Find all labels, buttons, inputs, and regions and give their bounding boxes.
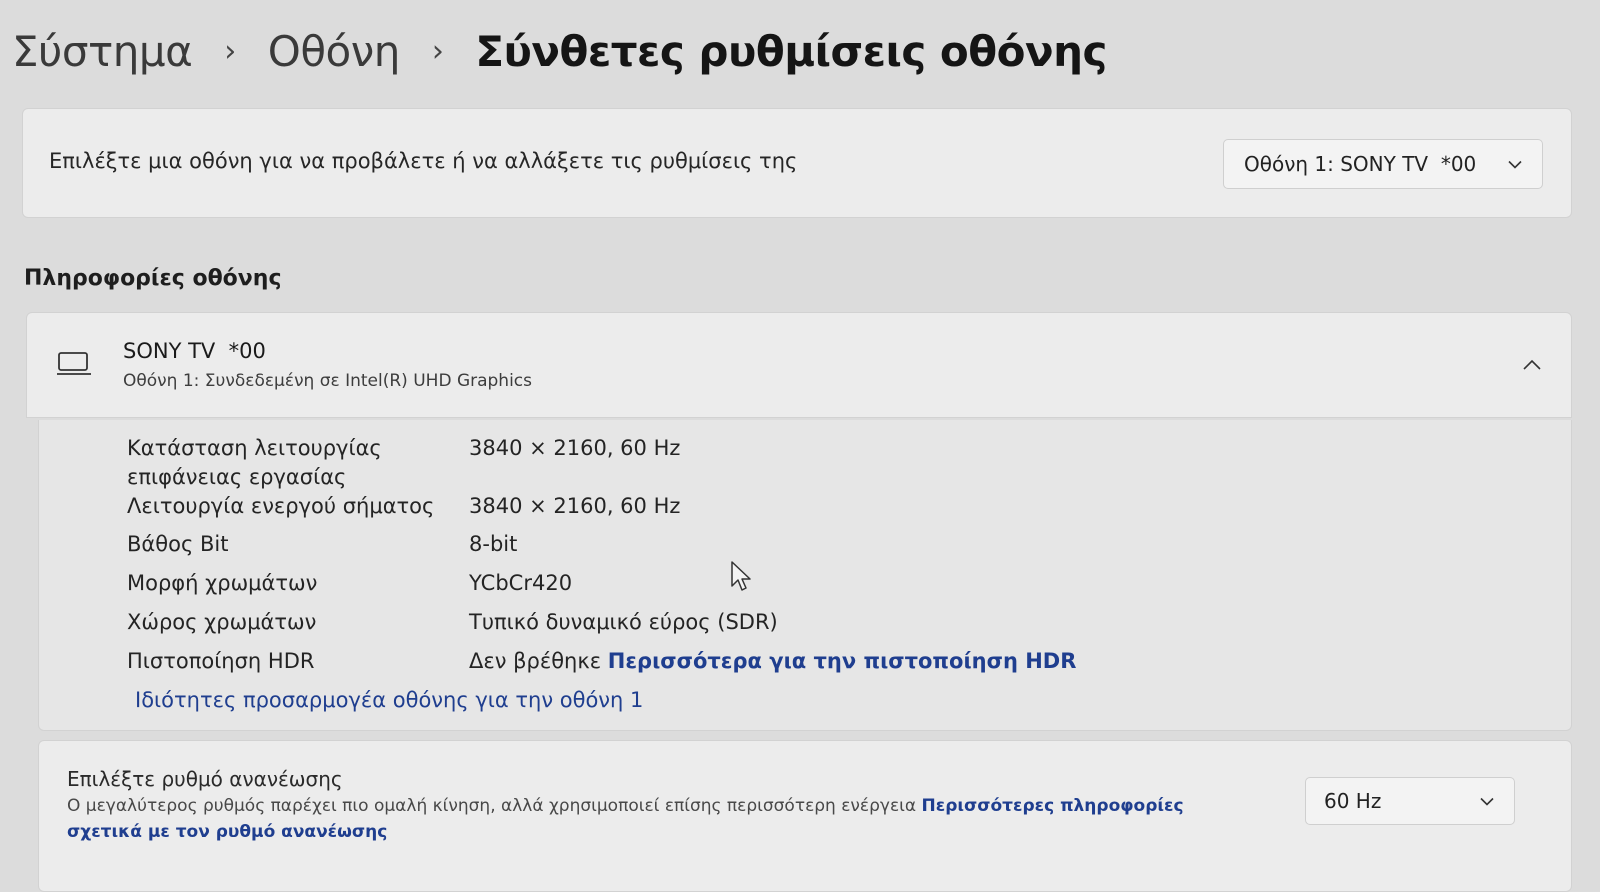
- refresh-rate-card: Επιλέξτε ρυθμό ανανέωσης Ο μεγαλύτερος ρ…: [38, 740, 1572, 892]
- refresh-rate-desc-text: Ο μεγαλύτερος ρυθμός παρέχει πιο ομαλή κ…: [67, 796, 917, 816]
- breadcrumb: Σύστημα › Οθόνη › Σύνθετες ρυθμίσεις οθό…: [12, 18, 1107, 84]
- hdr-certification-link[interactable]: Περισσότερα για την πιστοποίηση HDR: [608, 649, 1077, 673]
- adapter-properties-link[interactable]: Ιδιότητες προσαρμογέα οθόνης για την οθό…: [135, 688, 643, 712]
- monitor-icon: [57, 349, 91, 379]
- breadcrumb-separator-icon: ›: [224, 33, 236, 69]
- display-select-value: Οθόνη 1: SONY TV *00: [1244, 152, 1477, 176]
- monitor-name: SONY TV *00: [123, 339, 266, 363]
- refresh-rate-description: Ο μεγαλύτερος ρυθμός παρέχει πιο ομαλή κ…: [67, 793, 1247, 845]
- chevron-down-icon: [1480, 792, 1494, 811]
- info-value: 8-bit: [469, 532, 518, 556]
- section-title-display-info: Πληροφορίες οθόνης: [24, 266, 282, 291]
- info-key: Μορφή χρωμάτων: [127, 571, 318, 595]
- info-value: 3840 × 2160, 60 Hz: [469, 436, 681, 460]
- info-value: Δεν βρέθηκε Περισσότερα για την πιστοποί…: [469, 647, 1076, 676]
- mouse-cursor-icon: [730, 560, 752, 594]
- info-key: Λειτουργία ενεργού σήματος: [127, 494, 435, 518]
- monitor-subtitle: Οθόνη 1: Συνδεδεμένη σε Intel(R) UHD Gra…: [123, 371, 533, 391]
- hdr-status: Δεν βρέθηκε: [469, 649, 602, 673]
- breadcrumb-item-system[interactable]: Σύστημα: [12, 27, 193, 76]
- refresh-rate-dropdown[interactable]: 60 Hz: [1305, 777, 1515, 825]
- page-title: Σύνθετες ρυθμίσεις οθόνης: [475, 26, 1107, 76]
- display-info-header[interactable]: SONY TV *00 Οθόνη 1: Συνδεδεμένη σε Inte…: [26, 312, 1572, 418]
- chevron-down-icon: [1508, 155, 1522, 174]
- breadcrumb-item-display[interactable]: Οθόνη: [268, 27, 401, 76]
- info-key: Κατάσταση λειτουργίας επιφάνειας εργασία…: [127, 436, 382, 489]
- info-key: Χώρος χρωμάτων: [127, 610, 317, 634]
- refresh-rate-value: 60 Hz: [1324, 789, 1382, 813]
- chevron-up-icon[interactable]: [1523, 351, 1541, 375]
- display-select-label: Επιλέξτε μια οθόνη για να προβάλετε ή να…: [49, 149, 798, 173]
- info-key: Πιστοποίηση HDR: [127, 649, 315, 673]
- display-info-details: Κατάσταση λειτουργίας επιφάνειας εργασία…: [38, 420, 1572, 731]
- refresh-rate-title: Επιλέξτε ρυθμό ανανέωσης: [67, 767, 343, 791]
- info-key: Βάθος Bit: [127, 532, 229, 556]
- display-select-card: Επιλέξτε μια οθόνη για να προβάλετε ή να…: [22, 108, 1572, 218]
- breadcrumb-separator-icon: ›: [431, 33, 444, 69]
- info-value: 3840 × 2160, 60 Hz: [469, 494, 681, 518]
- display-select-dropdown[interactable]: Οθόνη 1: SONY TV *00: [1223, 139, 1543, 189]
- info-value: YCbCr420: [469, 571, 573, 595]
- info-value: Τυπικό δυναμικό εύρος (SDR): [469, 610, 778, 634]
